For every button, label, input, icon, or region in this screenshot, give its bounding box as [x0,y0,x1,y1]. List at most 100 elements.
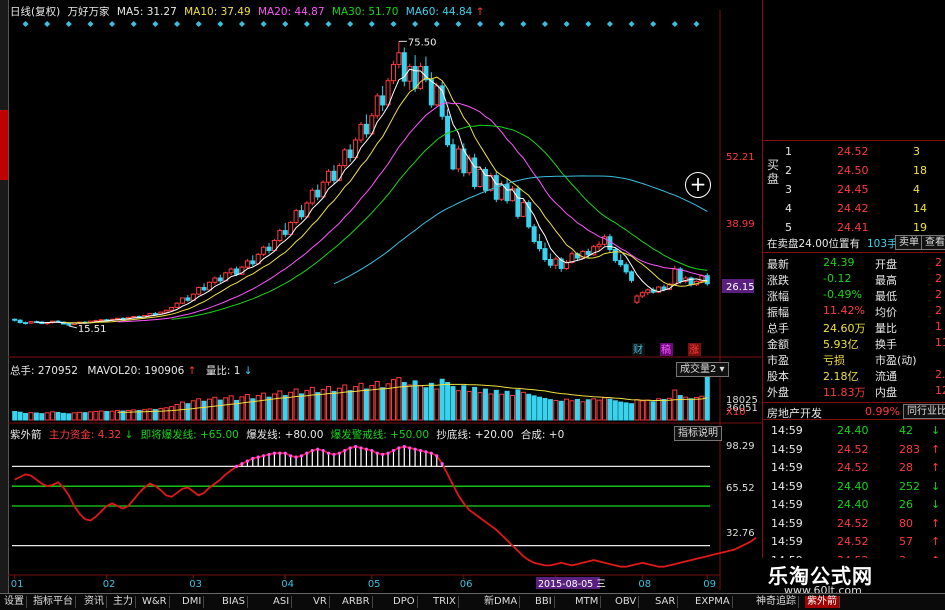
volume-bar [23,412,29,421]
tick-down-arrow-icon: ↓ [931,498,941,511]
signal-diamond [455,21,462,27]
signal-diamond [498,21,505,27]
volume-bar [288,391,294,421]
tab-10[interactable]: DPO [391,596,418,608]
tab-2[interactable]: 资讯 [82,596,107,608]
stat-row[interactable]: 外盘 11.83万内盘 12.7 [763,383,945,399]
bid-row[interactable]: 1 24.52 3 [763,142,945,163]
tab-12[interactable]: 新DMA [482,596,521,608]
candle-body [547,259,553,266]
volume-indicator-button[interactable]: 成交量2 ▾ [676,362,729,377]
view-button[interactable]: 查看 [921,235,945,250]
tab-5[interactable]: DMI [180,596,205,608]
stat-row[interactable]: 市盈 亏损 市盈(动) [763,351,945,367]
volume-bar [666,397,672,421]
candle-body [358,123,364,141]
indicator-tick-label: 65.52 [726,483,755,494]
candle-body [201,286,207,291]
sell-order-button[interactable]: 卖单 [895,235,923,250]
tab-7[interactable]: ASI [271,596,293,608]
stat-value: 1 [935,320,942,333]
ma30-value: MA30: 51.70 [331,6,399,18]
candle-body [288,222,294,235]
signal-diamond [325,21,332,27]
bid-row[interactable]: 3 24.45 4 [763,180,945,201]
candle [28,321,34,325]
tab-6[interactable]: BIAS [220,596,248,608]
tab-3[interactable]: 主力 [111,596,136,608]
volume-bar [564,398,570,421]
candle [342,148,348,168]
burst-dot [429,451,433,455]
volume-bar [169,406,175,421]
stat-row[interactable]: 振幅 11.42% 均价 2 [763,303,945,319]
tab-9[interactable]: ARBR [340,596,373,608]
candle-body [661,286,667,290]
candle-body [266,246,272,252]
tick-row[interactable]: 14:59 24.40 42 ↓ [763,422,945,440]
tab-15[interactable]: OBV [613,596,640,608]
volume-bar [17,411,23,421]
volume-bar [33,412,39,421]
stat-row[interactable]: 涨跌 -0.12 最高 2 [763,271,945,287]
stat-label: 涨跌 [767,274,789,287]
tab-1[interactable]: 指标平台 [31,596,76,608]
signal-diamond [433,21,440,27]
tick-row[interactable]: 14:59 24.52 28 ↑ [763,459,945,477]
tab-17[interactable]: EXPMA [693,596,733,608]
candle-body [309,189,315,204]
stat-row[interactable]: 总手 24.60万 量比 1 [763,319,945,335]
volume-bar [315,392,321,421]
tab-18[interactable]: 神奇追踪 [754,596,799,608]
signal-diamond [238,21,245,27]
tick-time: 14:59 [771,424,803,437]
tick-price: 24.40 [837,424,869,437]
bid-row[interactable]: 2 24.50 18 [763,161,945,182]
tab-13[interactable]: BBI [533,596,555,608]
tick-row[interactable]: 14:59 24.52 57 ↑ [763,533,945,551]
stat-row[interactable]: 涨幅 -0.49% 最低 2 [763,287,945,303]
volume-bar [298,393,304,421]
candle [363,114,369,138]
signal-diamond [130,21,137,27]
sector-compare-button[interactable]: 同行业比 [903,404,945,419]
sector-name[interactable]: 房地产开发 [767,405,822,421]
stat-row[interactable]: 最新 24.39 开盘 2 [763,255,945,271]
right-info-panel: 买盘 1 24.52 3 2 24.50 18 3 24.45 4 4 24.42 14 5 24.41 1… [762,0,945,598]
volume-bar [104,411,110,421]
tick-row[interactable]: 14:59 24.40 26 ↓ [763,496,945,514]
tab-4[interactable]: W&R [140,596,170,608]
tick-row[interactable]: 14:59 24.40 252 ↓ [763,478,945,496]
signal-diamond [520,21,527,27]
tab-14[interactable]: MTM [573,596,602,608]
volume-bar [60,412,66,421]
stat-row[interactable]: 股本 2.18亿 流通 2.1 [763,367,945,383]
mavol-up-arrow-icon: ↑ [187,365,197,377]
volume-bar [98,410,104,421]
bid-row[interactable]: 4 24.42 14 [763,199,945,220]
tick-row[interactable]: 14:59 24.52 80 ↑ [763,515,945,533]
period-label[interactable]: 日线(复权) [10,6,60,18]
candle [196,286,202,296]
burst-dot [408,446,412,450]
indicator-name[interactable]: 紫外箭 [10,429,42,441]
tab-16[interactable]: SAR [653,596,679,608]
crosshair-toggle-icon[interactable]: + [685,172,711,198]
tab-8[interactable]: VR [311,596,330,608]
tab-19[interactable]: 紫外箭 [805,596,840,608]
price-tick-label: 26.15 [726,282,755,293]
tab-11[interactable]: TRIX [431,596,459,608]
volume-bar [196,398,202,421]
chart-area[interactable]: 75.50 15.51 52.21 38.99 26.15 财稿涨 36051 18025 X1… [8,0,762,598]
tab-0[interactable]: 设置 [2,596,27,608]
burst-dot [440,462,444,466]
tick-down-arrow-icon: ↓ [931,479,941,493]
candle-body [515,188,521,217]
warning-line-value: 爆发警戒线: +50.00 [330,429,429,441]
indicator-explain-button[interactable]: 指标说明 [674,426,722,441]
stat-row[interactable]: 金额 5.93亿 换手 11.3 [763,335,945,351]
bid-volume: 18 [913,164,927,177]
candle [542,242,548,262]
tick-row[interactable]: 14:59 24.52 283 ↑ [763,441,945,459]
candle [596,241,602,251]
